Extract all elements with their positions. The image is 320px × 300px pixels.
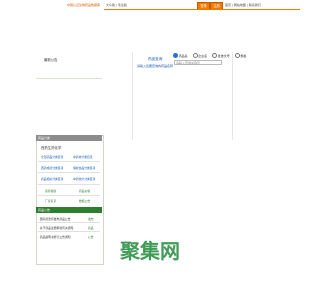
category-link[interactable]: 中药材分类目录 xyxy=(73,155,93,159)
radio-button[interactable] xyxy=(192,53,198,58)
radio-label: 批准文号 xyxy=(217,53,230,58)
extra-link[interactable]: 营养健康 xyxy=(45,189,56,193)
notice-item[interactable]: · 关于药品注册审批有关通知 xyxy=(38,226,73,230)
notice-tag: 公告 xyxy=(88,235,94,239)
category-panel-header-label: 药品分类 xyxy=(38,136,51,140)
header-divider xyxy=(104,9,300,10)
search-title: 药品查询 xyxy=(148,57,163,61)
category-link[interactable]: 药品相关分类目录 xyxy=(41,177,63,181)
edition-links[interactable]: 大众版 | 专业版 xyxy=(106,3,127,7)
notice-panel-header-label: 药品公告 xyxy=(38,208,51,212)
notice-tag: 药品 xyxy=(88,226,94,230)
notice-tag: 发布 xyxy=(88,217,94,221)
search-type-radios: 药品名 企业名 批准文号 规格 xyxy=(173,53,250,58)
site-banner[interactable]: 中国认证生物药品数据库 xyxy=(67,3,100,7)
radio-button[interactable] xyxy=(173,53,178,58)
watermark-text: 聚集网 xyxy=(119,239,180,263)
category-link[interactable]: 全部药品分类目录 xyxy=(41,155,63,159)
extra-link[interactable]: 药品价格 xyxy=(79,189,90,193)
search-subtitle: 请输入您要查询的药品名称 xyxy=(137,64,174,68)
notice-item[interactable]: · 国家药监局发布药品公告 xyxy=(38,217,71,221)
watermark-logo: 聚集网 xyxy=(119,239,180,263)
search-input[interactable]: 请输入查询关键字 xyxy=(174,60,222,65)
category-link[interactable]: 保健食品分类目录 xyxy=(73,166,95,170)
radio-label: 企业名 xyxy=(198,53,208,58)
header-nav-links[interactable]: 首页 | 网站地图 | 联系我们 xyxy=(225,3,261,7)
category-link[interactable]: 西药成药分类目录 xyxy=(41,166,63,170)
radio-button[interactable] xyxy=(234,53,240,58)
category-title: 西药生药化学 xyxy=(41,146,62,150)
category-link[interactable]: 中药饮片分类目录 xyxy=(73,177,95,181)
notice-item[interactable]: · 药品说明书修订公告通知 xyxy=(38,235,71,239)
radio-label: 规格 xyxy=(240,53,247,58)
announcement-label: 最新公告 xyxy=(44,58,58,62)
extra-link[interactable]: 数据公告 xyxy=(79,199,90,203)
radio-button[interactable] xyxy=(212,53,218,58)
radio-label: 药品名 xyxy=(178,53,188,58)
extra-link[interactable]: 厂家名录 xyxy=(45,199,56,203)
